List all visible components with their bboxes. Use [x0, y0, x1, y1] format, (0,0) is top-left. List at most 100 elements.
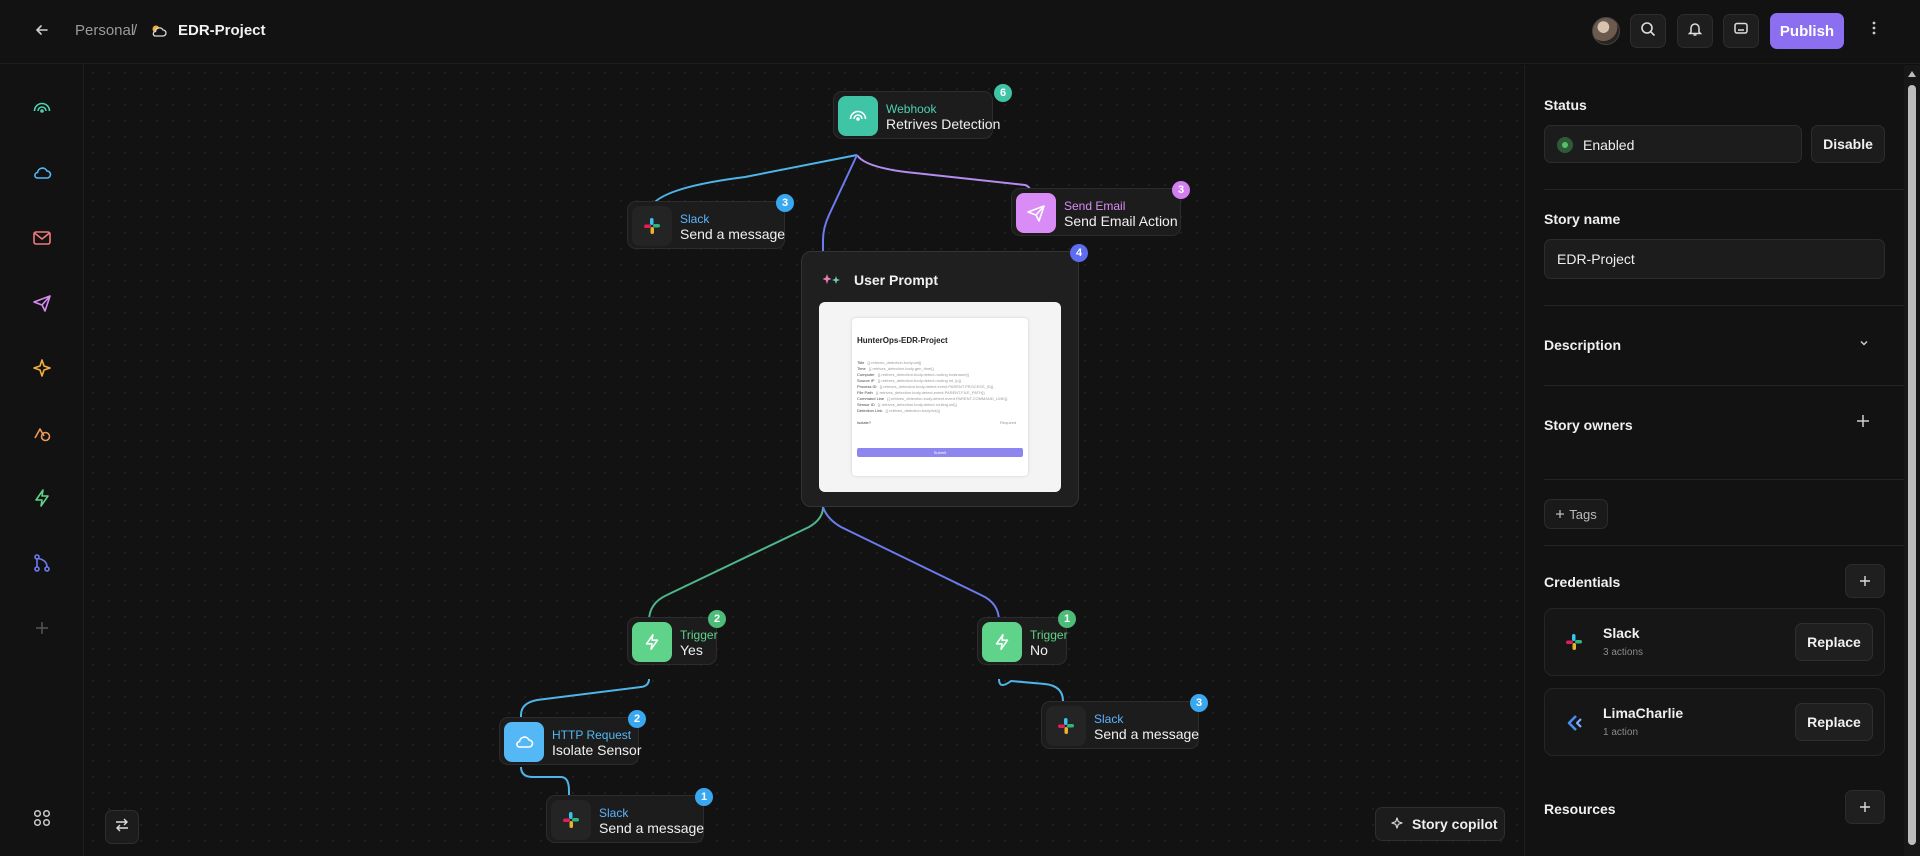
trigger-yes-node[interactable]: Trigger Yes 2 — [627, 610, 726, 665]
http-request-icon[interactable] — [28, 159, 56, 187]
node-name: Send a message — [680, 226, 786, 242]
node-name: Send a message — [1094, 726, 1200, 742]
edge-webhook-email — [856, 154, 1034, 206]
swap-layout-button[interactable] — [105, 810, 139, 844]
slack-node[interactable]: Slack Send a message 1 — [546, 788, 713, 843]
status-value: Enabled — [1583, 137, 1635, 153]
add-tags-button[interactable]: Tags — [1544, 499, 1608, 529]
story-copilot-button[interactable]: Story copilot — [1375, 807, 1505, 841]
form-isolate-field: Isolate? — [857, 420, 872, 425]
slack-node[interactable]: Slack Send a message 3 — [627, 194, 794, 249]
count-badge: 3 — [1190, 694, 1208, 712]
webhook-node[interactable]: Webhook Retrives Detection 6 — [833, 84, 1012, 139]
divider — [1544, 189, 1904, 190]
count-badge: 2 — [708, 610, 726, 628]
breadcrumb-personal[interactable]: Personal — [75, 22, 134, 39]
left-rail — [0, 64, 84, 856]
http-request-node[interactable]: HTTP Request Isolate Sensor 2 — [499, 710, 646, 765]
user-prompt-node[interactable]: User Prompt 4 HunterOps-EDR-Project Titl… — [801, 244, 1088, 507]
node-type: Trigger — [1030, 628, 1068, 642]
credential-card-limacharlie: LimaCharlie 1 action Replace — [1544, 688, 1885, 756]
count-badge: 6 — [994, 84, 1012, 102]
email-icon[interactable] — [28, 224, 56, 252]
comment-icon — [1733, 21, 1749, 42]
resources-label: Resources — [1544, 801, 1616, 817]
status-label: Status — [1544, 97, 1587, 113]
divider — [1544, 479, 1904, 480]
count-badge: 3 — [1172, 181, 1190, 199]
search-button[interactable] — [1630, 14, 1666, 48]
slack-icon — [632, 206, 672, 246]
panel-scrollbar[interactable] — [1904, 65, 1920, 856]
scrollbar-thumb[interactable] — [1908, 85, 1916, 845]
send-email-icon[interactable] — [28, 289, 56, 317]
add-resource-button[interactable] — [1845, 790, 1885, 824]
webhook-icon[interactable] — [28, 94, 56, 122]
description-label[interactable]: Description — [1544, 337, 1621, 353]
tools-icon[interactable] — [28, 419, 56, 447]
breadcrumb-separator: / — [133, 22, 138, 39]
swap-arrows-icon — [114, 817, 130, 837]
divider — [1544, 385, 1904, 386]
notifications-button[interactable] — [1677, 14, 1713, 48]
count-badge: 2 — [628, 710, 646, 728]
branch-icon[interactable] — [28, 549, 56, 577]
form-submit-button: Submit — [857, 448, 1023, 457]
back-arrow-icon[interactable] — [30, 20, 54, 44]
credential-actions: 1 action — [1603, 727, 1639, 738]
trigger-no-node[interactable]: Trigger No 1 — [977, 610, 1076, 665]
status-field[interactable]: Enabled — [1544, 125, 1802, 163]
trigger-icon[interactable] — [28, 484, 56, 512]
cloud-sun-icon — [150, 23, 168, 39]
search-icon — [1640, 21, 1656, 42]
form-title: HunterOps-EDR-Project — [857, 336, 948, 345]
story-settings-panel: Status Enabled Disable Story name EDR-Pr… — [1524, 65, 1904, 856]
http-request-icon — [504, 722, 544, 762]
form-field: Command Line {{.retrives_detection.body.d… — [857, 396, 1008, 401]
comments-button[interactable] — [1723, 14, 1759, 48]
edge-http-slack — [520, 766, 570, 795]
form-field: Time {{.retrives_detection.body.gen_time}… — [857, 366, 934, 371]
send-email-node[interactable]: Send Email Send Email Action 3 — [1011, 181, 1190, 236]
slack-node[interactable]: Slack Send a message 3 — [1041, 694, 1208, 749]
slack-icon — [1565, 633, 1585, 653]
sparkle-icon — [1390, 816, 1404, 833]
node-type: Send Email — [1064, 199, 1126, 213]
story-canvas[interactable]: Webhook Retrives Detection 6 Slack Send … — [85, 65, 1523, 856]
credential-name: LimaCharlie — [1603, 705, 1684, 721]
disable-button[interactable]: Disable — [1811, 125, 1885, 163]
limacharlie-icon — [1565, 713, 1585, 733]
story-name-input[interactable]: EDR-Project — [1544, 239, 1885, 279]
count-badge: 3 — [776, 194, 794, 212]
ai-sparkle-icon[interactable] — [28, 354, 56, 382]
node-name: Send a message — [599, 820, 705, 836]
node-name: No — [1030, 642, 1048, 658]
slack-icon — [551, 800, 591, 840]
replace-button[interactable]: Replace — [1795, 703, 1873, 741]
breadcrumb-project[interactable]: EDR-Project — [178, 22, 266, 39]
count-badge: 1 — [695, 788, 713, 806]
edge-no-slack — [998, 678, 1064, 702]
node-type: Slack — [680, 212, 710, 226]
avatar[interactable] — [1592, 17, 1620, 45]
form-field: Title {{.retrives_detection.body.cat}} — [857, 360, 922, 365]
form-field: File Path {{.retrives_detection.body.dete… — [857, 390, 985, 395]
node-name: Send Email Action — [1064, 213, 1178, 229]
form-field: Sensor ID {{.retrives_detection.body.dete… — [857, 402, 957, 407]
replace-button[interactable]: Replace — [1795, 623, 1873, 661]
form-preview[interactable]: HunterOps-EDR-Project Title {{.retrives_d… — [819, 302, 1061, 492]
add-credential-button[interactable] — [1845, 564, 1885, 598]
divider — [1544, 305, 1904, 306]
divider — [1544, 545, 1904, 546]
chevron-down-icon[interactable] — [1858, 337, 1870, 352]
apps-grid-icon[interactable] — [28, 804, 56, 832]
webhook-icon — [838, 96, 878, 136]
node-name: Yes — [680, 642, 703, 658]
kebab-icon[interactable] — [1866, 20, 1882, 42]
add-owner-icon[interactable] — [1855, 412, 1871, 435]
plus-icon[interactable] — [28, 614, 56, 642]
scroll-up-arrow-icon[interactable] — [1908, 71, 1916, 77]
publish-button[interactable]: Publish — [1770, 13, 1844, 49]
status-indicator — [1557, 137, 1573, 153]
story-owners-label: Story owners — [1544, 417, 1633, 433]
